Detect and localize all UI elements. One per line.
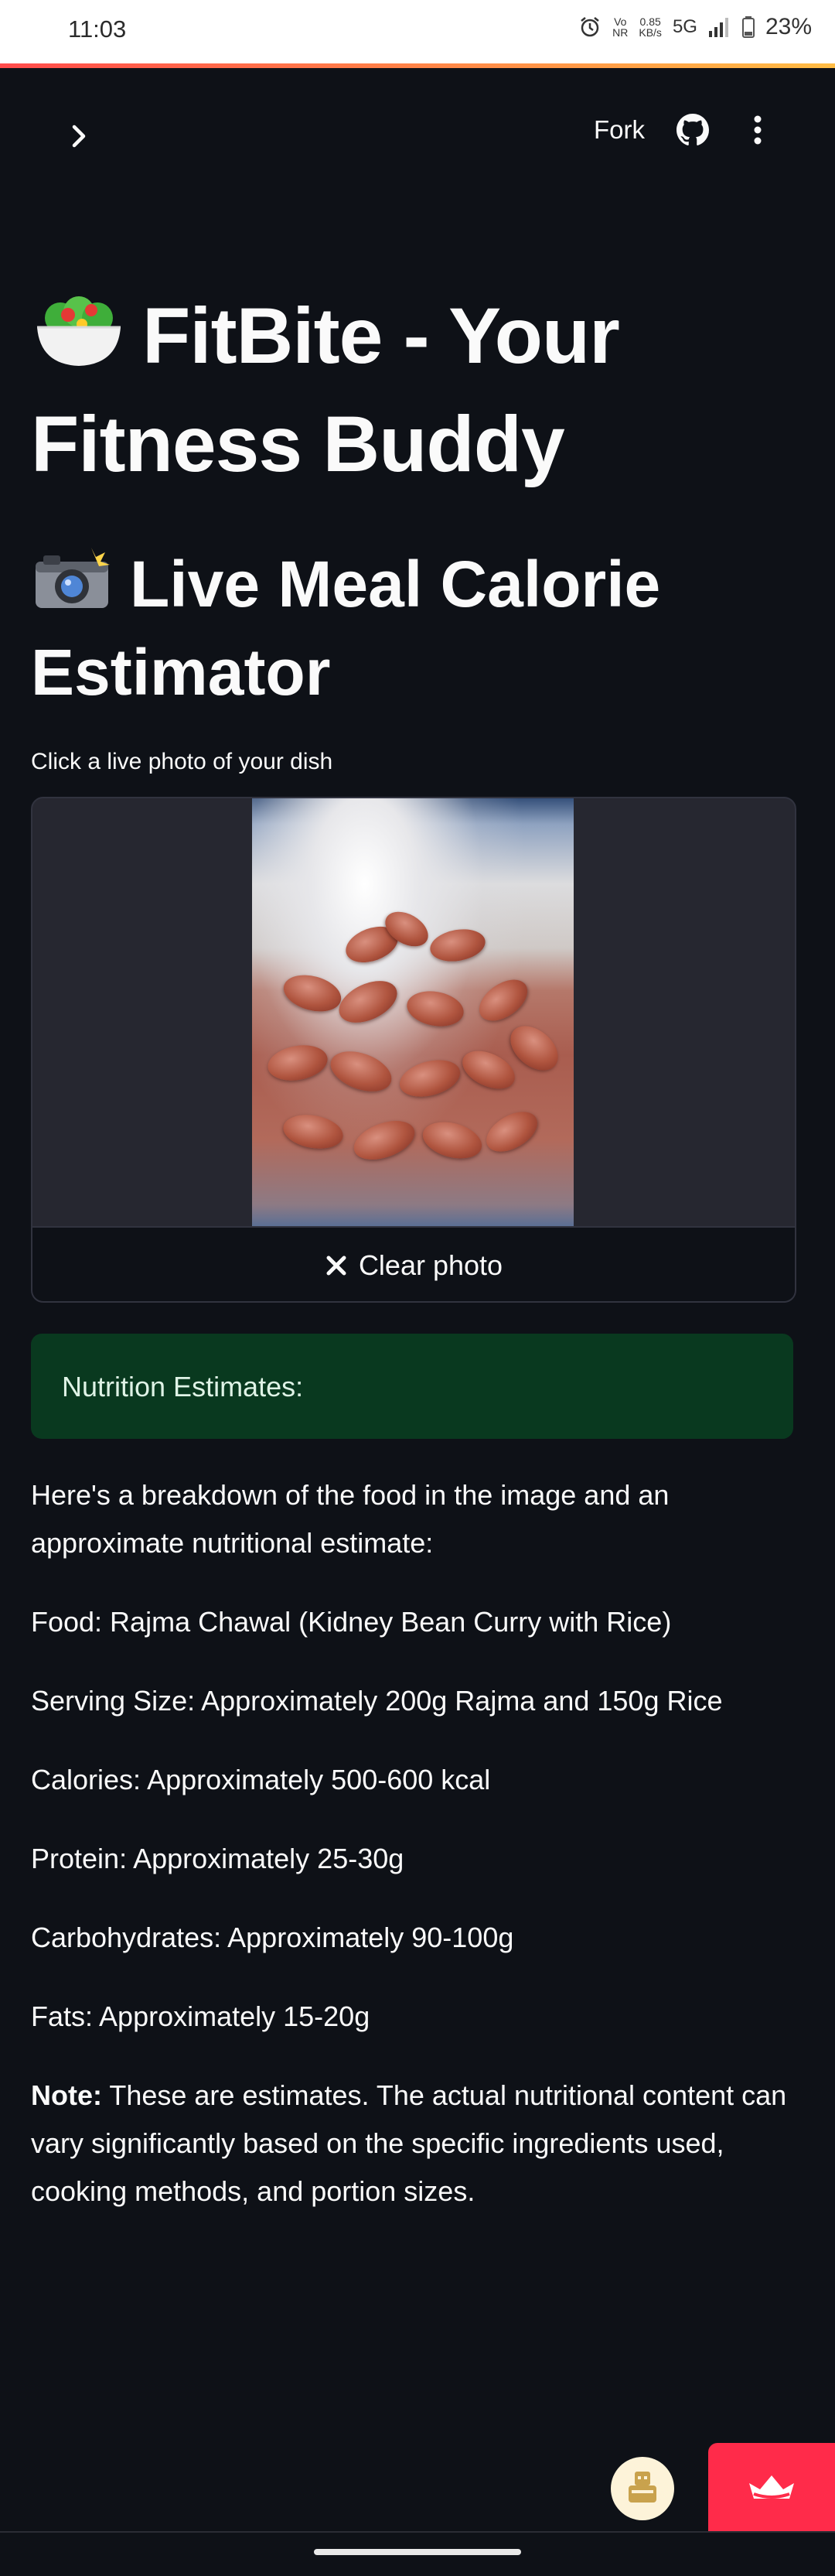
status-icons: Vo NR 0.85 KB/s 5G 23% [578,14,812,40]
nutrition-result: Here's a breakdown of the food in the im… [31,1471,804,2246]
battery-icon [741,16,755,38]
alarm-icon [581,17,599,37]
avatar-icon [629,2472,656,2503]
success-alert-text: Nutrition Estimates: [62,1371,304,1402]
volte-indicator: Vo NR [612,15,629,39]
captured-photo [252,798,574,1226]
main-menu-button[interactable] [741,113,775,147]
section-title: Live Meal Calorie Estimator [31,543,804,713]
creator-avatar[interactable] [611,2457,674,2520]
result-fats: Fats: Approximately 15-20g [31,2000,370,2032]
app-top-decoration [0,63,835,68]
result-carbs: Carbohydrates: Approximately 90-100g [31,1922,514,1953]
home-gesture-bar[interactable] [314,2549,521,2555]
nav-divider [0,2531,835,2533]
clear-photo-label: Clear photo [358,1249,503,1281]
close-icon [326,1256,346,1275]
note-label: Note: [31,2079,102,2111]
salad-icon [31,291,127,393]
result-serving: Serving Size: Approximately 200g Rajma a… [31,1685,723,1717]
camera-flash-icon [31,546,113,631]
result-food: Food: Rajma Chawal (Kidney Bean Curry wi… [31,1606,672,1638]
chevron-right-icon [72,125,86,148]
toolbar-actions: Fork [594,113,775,147]
page-title: FitBite - Your Fitness Buddy [31,285,804,495]
result-note: Note: These are estimates. The actual nu… [31,2072,804,2216]
nutrition-success-alert: Nutrition Estimates: [31,1334,793,1439]
camera-input[interactable]: Clear photo [31,797,796,1303]
more-vertical-icon [754,115,762,145]
status-bar: 11:03 Vo NR 0.85 KB/s 5G 23% [0,0,835,63]
hosted-with-streamlit-badge[interactable] [708,2443,835,2533]
clear-photo-button[interactable]: Clear photo [32,1226,795,1301]
network-type: 5G [672,16,697,37]
note-text: These are estimates. The actual nutritio… [31,2079,787,2207]
sidebar-expand-button[interactable] [62,119,96,153]
result-protein: Protein: Approximately 25-30g [31,1843,404,1874]
crown-icon [749,2475,794,2499]
battery-percent: 23% [765,14,812,39]
status-time: 11:03 [68,15,127,43]
signal-icon [708,18,728,37]
result-intro: Here's a breakdown of the food in the im… [31,1479,670,1559]
section-title-text: Live Meal Calorie Estimator [31,548,661,709]
result-calories: Calories: Approximately 500-600 kcal [31,1764,491,1795]
github-link[interactable] [676,113,710,147]
github-icon [677,114,709,145]
net-speed: 0.85 KB/s [639,15,662,39]
fork-button[interactable]: Fork [594,115,645,145]
camera-input-label: Click a live photo of your dish [31,749,333,774]
